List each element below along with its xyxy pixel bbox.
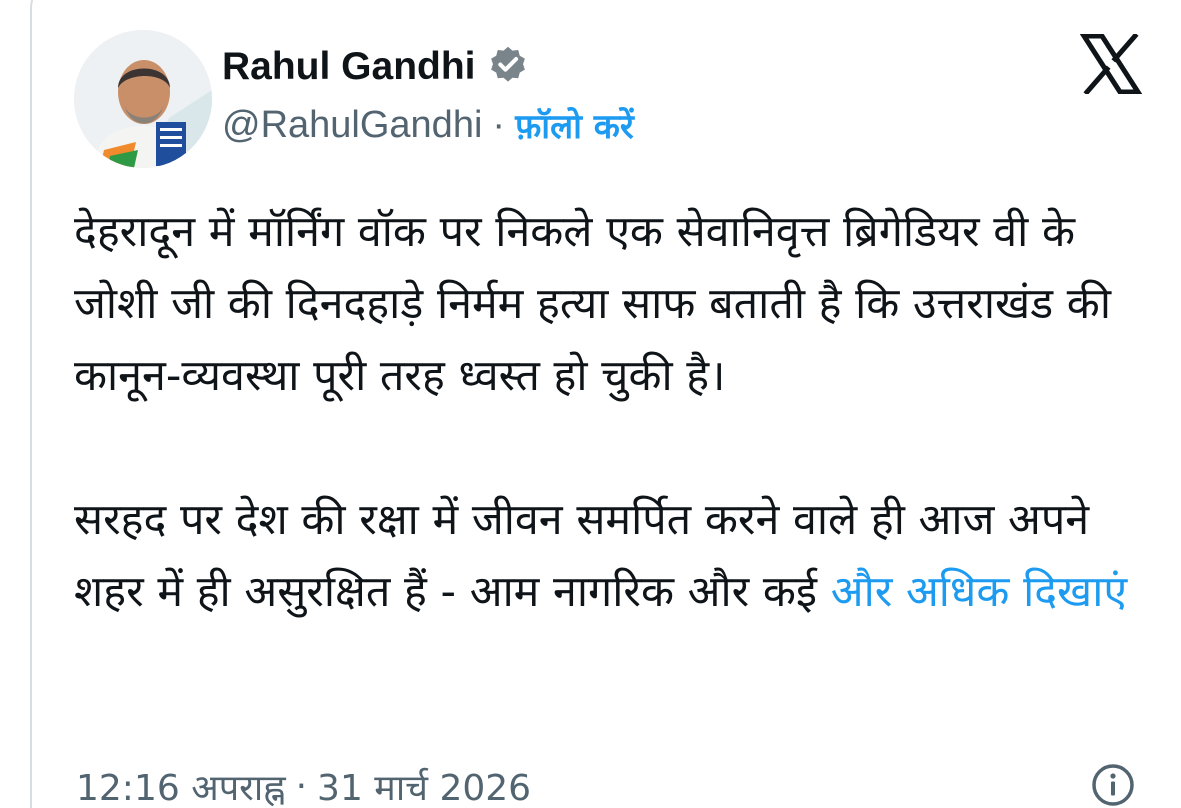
timestamp-separator: · (295, 765, 308, 807)
tweet-paragraph-2: सरहद पर देश की रक्षा में जीवन समर्पित कर… (74, 484, 1154, 628)
verified-badge-icon (486, 44, 530, 88)
x-logo-icon[interactable] (1080, 34, 1142, 94)
tweet-date: 31 मार्च 2026 (317, 767, 532, 808)
tweet-text: देहरादून में मॉर्निंग वॉक पर निकले एक से… (74, 196, 1154, 628)
tweet-paragraph-1: देहरादून में मॉर्निंग वॉक पर निकले एक से… (74, 207, 1111, 401)
show-more-link[interactable]: और अधिक दिखाएं (831, 567, 1127, 617)
tweet-timestamp[interactable]: 12:16 अपराह्न · 31 मार्च 2026 (76, 760, 531, 808)
info-icon[interactable] (1090, 762, 1136, 808)
separator-dot: · (492, 103, 506, 146)
handle-row: @RahulGandhi · फ़ॉलो करें (222, 101, 634, 149)
follow-button[interactable]: फ़ॉलो करें (515, 102, 634, 148)
author-name[interactable]: Rahul Gandhi (222, 47, 476, 86)
author-row: Rahul Gandhi (222, 42, 530, 90)
author-handle[interactable]: @RahulGandhi (222, 104, 482, 147)
avatar[interactable] (74, 30, 212, 168)
tweet-time: 12:16 अपराह्न (76, 767, 286, 808)
